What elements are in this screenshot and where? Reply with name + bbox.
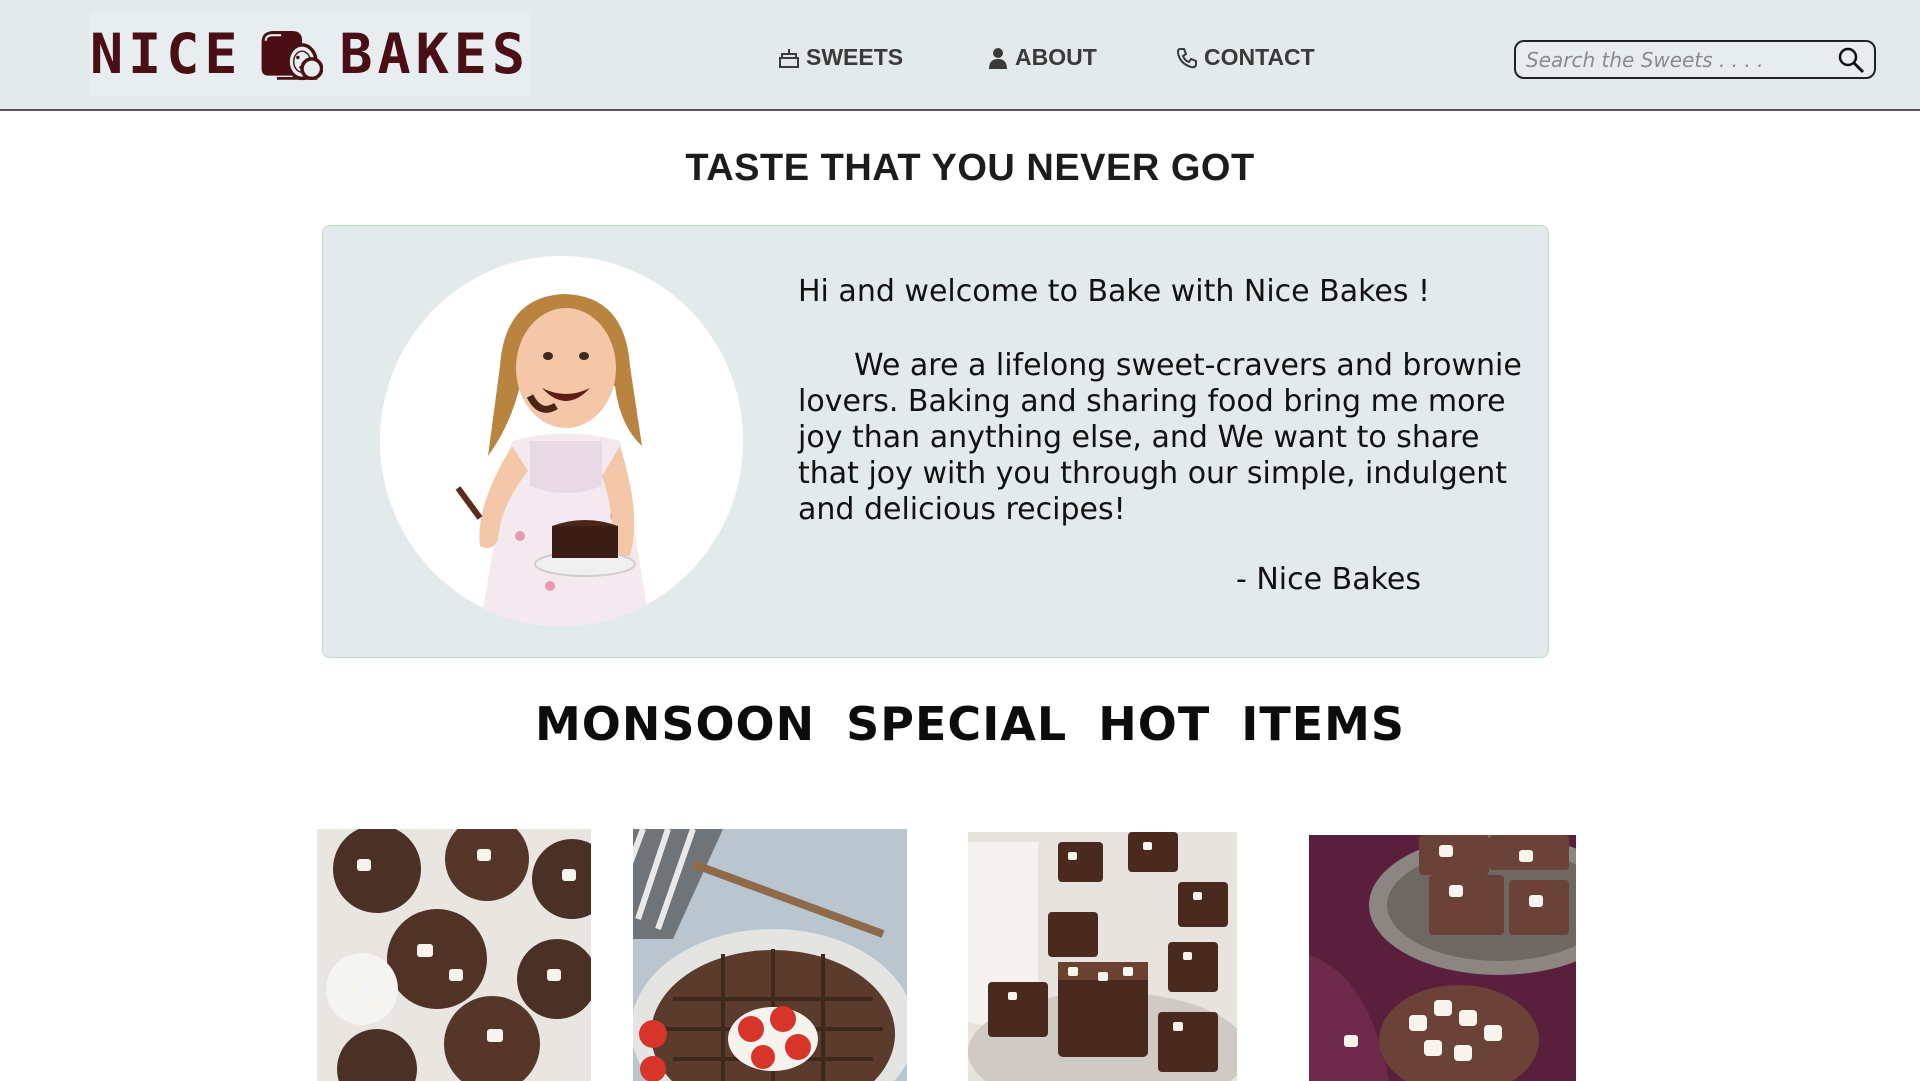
welcome-card: Hi and welcome to Bake with Nice Bakes !… [322, 225, 1549, 658]
product-tile-marshmallow-cookies[interactable] [317, 829, 591, 1081]
site-header: NICE BAKES SWEETS ABOUT CONTACT [0, 0, 1920, 111]
welcome-body: We are a lifelong sweet-cravers and brow… [798, 348, 1522, 527]
page-tagline: TASTE THAT YOU NEVER GOT [685, 147, 1255, 189]
section-title: MONSOON SPECIAL HOT ITEMS [534, 697, 1406, 751]
search-button[interactable] [1836, 45, 1866, 75]
product-tile-marshmallow-fudge[interactable] [1309, 835, 1576, 1081]
product-tile-marshmallow-brownies[interactable] [968, 832, 1237, 1081]
user-icon [989, 47, 1007, 69]
nav-contact[interactable]: CONTACT [1176, 44, 1315, 71]
search-input[interactable] [1526, 47, 1836, 72]
marshmallow-fudge-photo [1309, 835, 1576, 1081]
search-icon [1838, 47, 1865, 73]
search-bar [1514, 40, 1876, 79]
welcome-greeting: Hi and welcome to Bake with Nice Bakes ! [798, 274, 1431, 309]
girl-eating-cake-photo [380, 256, 743, 626]
logo-text-nice: NICE [90, 22, 243, 86]
product-tile-chocolate-waffle[interactable] [633, 829, 907, 1081]
welcome-message: Hi and welcome to Bake with Nice Bakes !… [798, 274, 1538, 528]
nav-about[interactable]: ABOUT [987, 44, 1097, 71]
site-logo[interactable]: NICE BAKES [90, 12, 530, 96]
chocolate-waffle-strawberries-photo [633, 829, 907, 1081]
bread-loaf-icon [262, 30, 324, 81]
logo-text-bakes: BAKES [339, 22, 530, 86]
marshmallow-brownies-photo [968, 832, 1237, 1081]
phone-icon [1176, 47, 1197, 68]
marshmallow-cookies-photo [317, 829, 591, 1081]
nav-contact-label: CONTACT [1204, 44, 1315, 70]
nav-about-label: ABOUT [1015, 44, 1097, 70]
welcome-signature: - Nice Bakes [1236, 562, 1421, 597]
cake-icon [779, 48, 799, 68]
nav-sweets[interactable]: SWEETS [778, 44, 903, 71]
nav-sweets-label: SWEETS [806, 44, 904, 70]
